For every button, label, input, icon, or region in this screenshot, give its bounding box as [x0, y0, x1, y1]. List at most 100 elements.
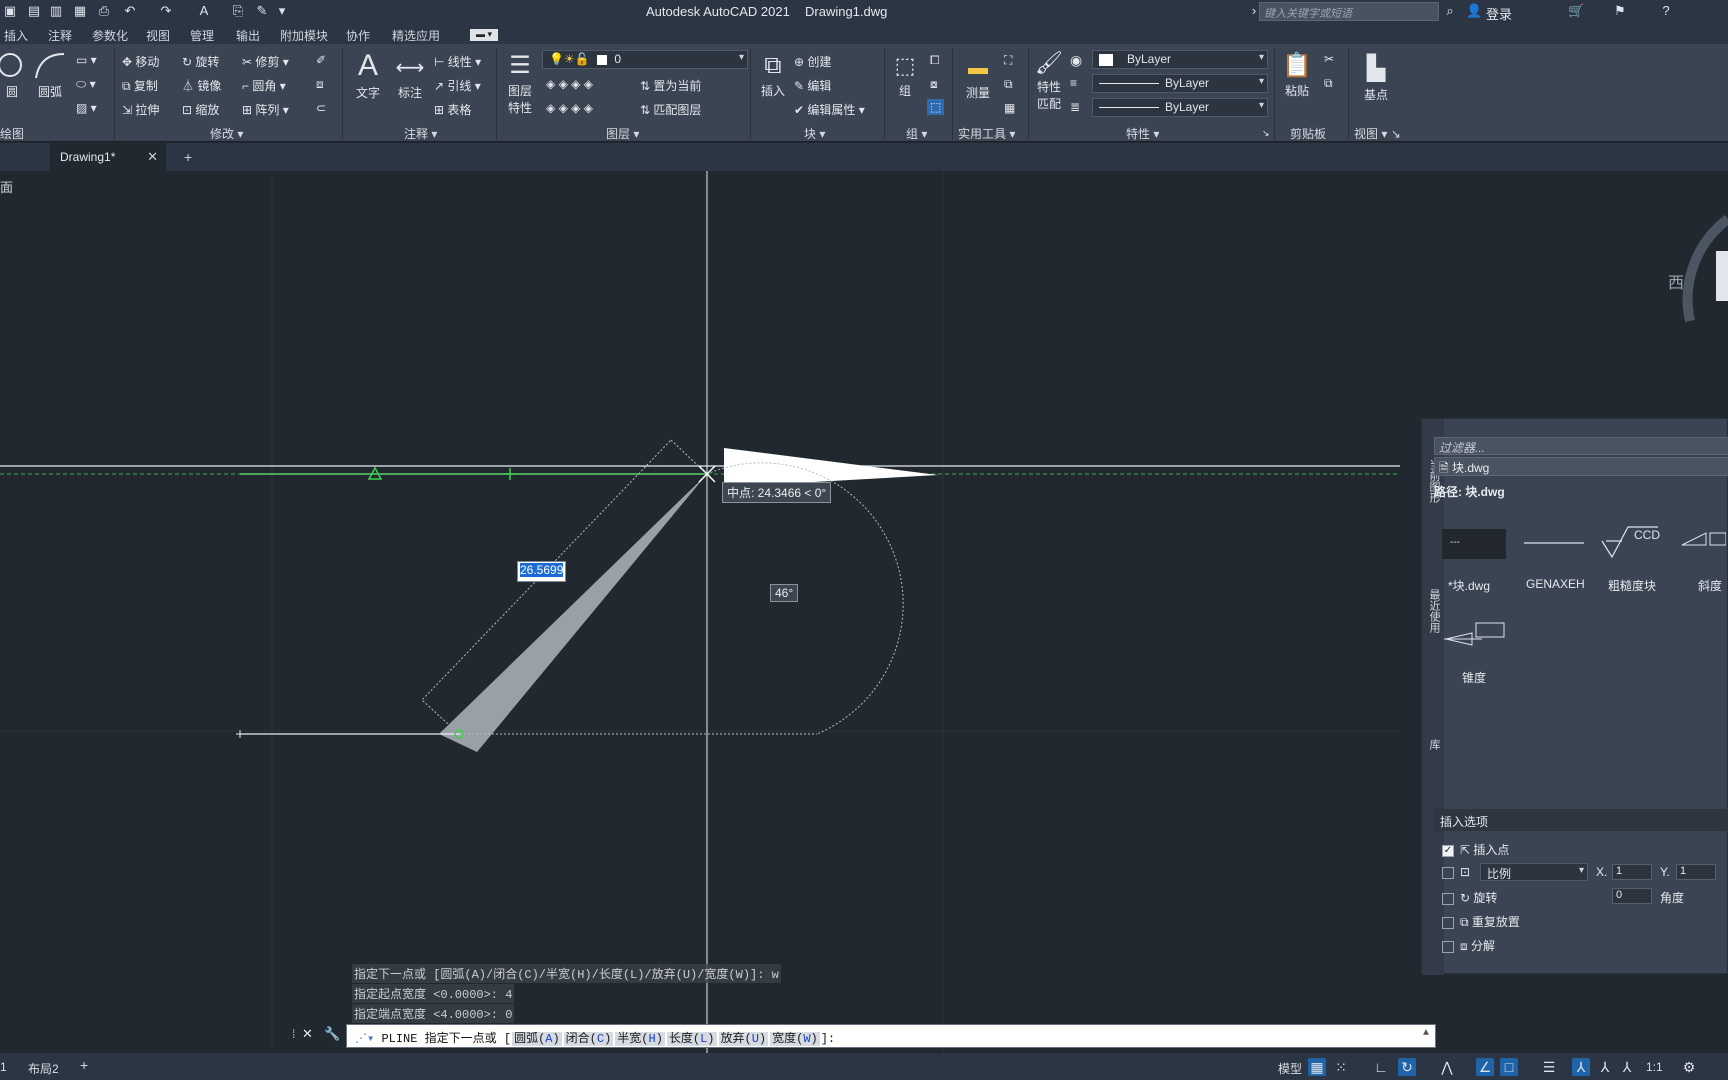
menu-featured-apps[interactable]: 精选应用: [392, 27, 440, 44]
select-all-icon[interactable]: ⧉: [1004, 77, 1013, 92]
customize-wrench-icon[interactable]: 🔧: [324, 1026, 340, 1042]
annotation-scale-value[interactable]: 1:1: [1646, 1060, 1663, 1074]
match-properties-tool[interactable]: 🖌 特性 匹配: [1032, 48, 1066, 112]
explode-checkbox[interactable]: [1442, 940, 1454, 953]
snap-icon[interactable]: ⁙: [1332, 1058, 1350, 1076]
menu-addins[interactable]: 附加模块: [280, 27, 328, 44]
undo-icon[interactable]: ↶: [122, 3, 138, 19]
redo-icon[interactable]: ↷: [158, 3, 174, 19]
group-edit-icon[interactable]: ⧇: [930, 77, 938, 92]
menu-insert[interactable]: 插入: [4, 27, 28, 44]
insert-block-tool[interactable]: ⧉ 插入: [756, 50, 790, 99]
rectangle-icon[interactable]: ▭ ▾: [76, 53, 97, 67]
auto-scale-icon[interactable]: ⅄: [1596, 1058, 1614, 1076]
view-panel-label[interactable]: 视图 ▾ ↘: [1354, 125, 1401, 142]
option-length[interactable]: 长度(L): [666, 1032, 717, 1046]
length-input[interactable]: 26.5699: [517, 561, 567, 582]
option-arc[interactable]: 圆弧(A): [512, 1032, 562, 1046]
lineweight-status-icon[interactable]: ☰: [1540, 1058, 1558, 1076]
scale-button[interactable]: ⊡ 缩放: [182, 101, 219, 118]
taper-thumbnail[interactable]: [1442, 615, 1512, 655]
explode-option[interactable]: ⧈ 分解: [1442, 937, 1495, 954]
layout-tab-1[interactable]: 1: [0, 1060, 7, 1074]
repeat-placement-option[interactable]: ⧉ 重复放置: [1442, 913, 1520, 930]
copy-clip-icon[interactable]: ⧉: [1324, 76, 1333, 91]
login-link[interactable]: 登录: [1486, 4, 1512, 23]
explode-icon[interactable]: ⧈: [316, 77, 324, 92]
text-style-icon[interactable]: A: [196, 3, 212, 19]
search-input[interactable]: 键入关键字或短语: [1259, 2, 1439, 21]
scale-y-input[interactable]: 1: [1676, 864, 1716, 880]
help-icon[interactable]: ?: [1658, 3, 1674, 19]
publish-icon[interactable]: ▦: [72, 3, 88, 19]
rotate-button[interactable]: ↻ 旋转: [182, 53, 219, 70]
arc-tool[interactable]: 圆弧: [32, 50, 68, 100]
ungroup-icon[interactable]: ⧠: [930, 53, 940, 68]
scale-dropdown[interactable]: 比例: [1480, 863, 1588, 881]
move-button[interactable]: ✥ 移动: [122, 53, 159, 70]
layers-panel-label[interactable]: 图层 ▾: [606, 125, 639, 142]
scale-x-input[interactable]: 1: [1612, 864, 1652, 880]
user-icon[interactable]: 👤: [1466, 3, 1482, 19]
repeat-checkbox[interactable]: [1442, 916, 1454, 929]
tab-drawing1[interactable]: Drawing1* ✕: [50, 143, 166, 171]
clipboard-panel-label[interactable]: 剪贴板: [1290, 125, 1326, 142]
text-tool[interactable]: A 文字: [350, 48, 386, 101]
menu-view[interactable]: 视图: [146, 27, 170, 44]
layout-tab-2[interactable]: 布局2: [28, 1060, 59, 1077]
offset-icon[interactable]: ⊂: [316, 101, 326, 115]
base-point-tool[interactable]: ▙ 基点: [1356, 52, 1396, 103]
edit-attributes-button[interactable]: ✔ 编辑属性 ▾: [794, 101, 865, 118]
roughness-thumbnail[interactable]: CCD: [1598, 523, 1668, 563]
object-snap-tracking-icon[interactable]: ∠: [1476, 1058, 1494, 1076]
annotation-scale-icon[interactable]: ⅄: [1618, 1058, 1636, 1076]
tab-library[interactable]: 库: [1424, 739, 1442, 750]
hatch-icon[interactable]: ▨ ▾: [76, 101, 97, 115]
make-current-button[interactable]: ⇅ 置为当前: [640, 77, 701, 94]
trim-button[interactable]: ✂ 修剪 ▾: [242, 53, 289, 70]
angle-input[interactable]: 46°: [770, 584, 799, 602]
match-icon[interactable]: ⎘: [230, 3, 246, 19]
layer-properties-tool[interactable]: ☰ 图层 特性: [502, 50, 538, 116]
utilities-panel-label[interactable]: 实用工具 ▾: [958, 125, 1015, 142]
add-layout-button[interactable]: +: [80, 1057, 88, 1073]
properties-panel-label[interactable]: 特性 ▾: [1126, 125, 1159, 142]
print-icon[interactable]: ⎙: [96, 3, 112, 19]
linetype-dropdown[interactable]: ByLayer: [1092, 74, 1268, 93]
linetype-icon[interactable]: ≡: [1070, 76, 1077, 90]
object-snap-icon[interactable]: □: [1500, 1058, 1518, 1076]
stretch-button[interactable]: ⇲ 拉伸: [122, 101, 159, 118]
viewcube-west-label[interactable]: 西: [1668, 269, 1684, 293]
rotation-angle-input[interactable]: 0: [1612, 888, 1652, 904]
layer-tools-row1[interactable]: ◈ ◈ ◈ ◈: [546, 77, 593, 91]
color-dropdown[interactable]: ByLayer: [1092, 50, 1268, 69]
filter-input[interactable]: 过滤器...: [1434, 437, 1728, 455]
menu-manage[interactable]: 管理: [190, 27, 214, 44]
fillet-button[interactable]: ⌐ 圆角 ▾: [242, 77, 286, 94]
draw-panel-label[interactable]: 绘图: [0, 125, 24, 142]
tab-recent[interactable]: 最近使用: [1424, 589, 1442, 633]
qat-dropdown-icon[interactable]: ▾: [274, 3, 290, 19]
command-line-input[interactable]: ⋰▾ PLINE 指定下一点或 [圆弧(A) 闭合(C) 半宽(H) 长度(L) 放弃(…: [346, 1024, 1436, 1048]
groups-panel-label[interactable]: 组 ▾: [906, 125, 927, 142]
menu-output[interactable]: 输出: [236, 27, 260, 44]
command-history-toggle-icon[interactable]: ▲: [1423, 1028, 1429, 1039]
block-thumbnail[interactable]: ---: [1442, 529, 1506, 559]
share-icon[interactable]: ⚑: [1612, 3, 1628, 19]
slope-thumbnail[interactable]: [1676, 523, 1726, 563]
color-wheel-icon[interactable]: ◉: [1070, 52, 1082, 69]
model-space-button[interactable]: 模型: [1278, 1060, 1302, 1077]
option-width[interactable]: 宽度(W): [770, 1032, 820, 1046]
copy-button[interactable]: ⧉ 复制: [122, 77, 158, 94]
annotation-visibility-icon[interactable]: ⅄: [1572, 1058, 1590, 1076]
leader-button[interactable]: ↗ 引线 ▾: [434, 77, 481, 94]
layer-dropdown[interactable]: 💡☀🔓 0: [542, 50, 748, 69]
quick-select-icon[interactable]: ⛶: [1004, 53, 1012, 68]
lineweight-icon[interactable]: ≣: [1070, 100, 1080, 114]
create-block-button[interactable]: ⊕ 创建: [794, 53, 831, 70]
option-halfwidth[interactable]: 半宽(H): [615, 1032, 665, 1046]
insertion-point-checkbox[interactable]: ✓: [1442, 844, 1454, 857]
rotation-checkbox[interactable]: [1442, 892, 1454, 905]
ellipse-icon[interactable]: ⬭ ▾: [76, 77, 96, 92]
library-file-dropdown[interactable]: 🗎 块.dwg: [1434, 457, 1728, 476]
